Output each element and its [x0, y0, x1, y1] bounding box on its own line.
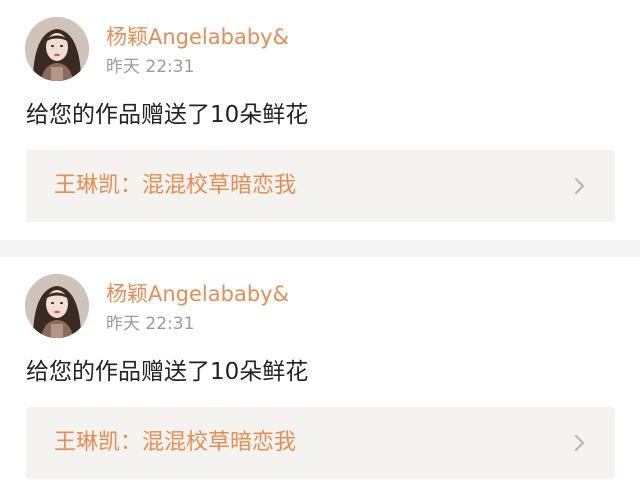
chevron-right-icon: [575, 178, 584, 194]
work-link[interactable]: 王琳凯：混混校草暗恋我: [26, 150, 615, 222]
notification-card: 杨颖Angelababy& 昨天 22:31 给您的作品赠送了10朵鲜花 王琳凯…: [0, 0, 640, 240]
avatar-photo-icon: [25, 274, 89, 338]
work-link[interactable]: 王琳凯：混混校草暗恋我: [26, 407, 615, 479]
user-avatar[interactable]: [25, 274, 89, 338]
work-title: 王琳凯：混混校草暗恋我: [54, 173, 297, 198]
notification-feed: 杨颖Angelababy& 昨天 22:31 给您的作品赠送了10朵鲜花 王琳凯…: [0, 0, 640, 496]
avatar-photo-icon: [25, 17, 89, 81]
user-avatar[interactable]: [25, 17, 89, 81]
notification-message: 给您的作品赠送了10朵鲜花: [26, 359, 309, 385]
username[interactable]: 杨颖Angelababy&: [106, 281, 289, 307]
username[interactable]: 杨颖Angelababy&: [106, 24, 289, 50]
notification-card: 杨颖Angelababy& 昨天 22:31 给您的作品赠送了10朵鲜花 王琳凯…: [0, 257, 640, 496]
section-divider: [0, 240, 640, 257]
notification-message: 给您的作品赠送了10朵鲜花: [26, 102, 309, 128]
work-title: 王琳凯：混混校草暗恋我: [54, 430, 297, 455]
chevron-right-icon: [575, 435, 584, 451]
timestamp: 昨天 22:31: [106, 314, 195, 334]
timestamp: 昨天 22:31: [106, 57, 195, 77]
